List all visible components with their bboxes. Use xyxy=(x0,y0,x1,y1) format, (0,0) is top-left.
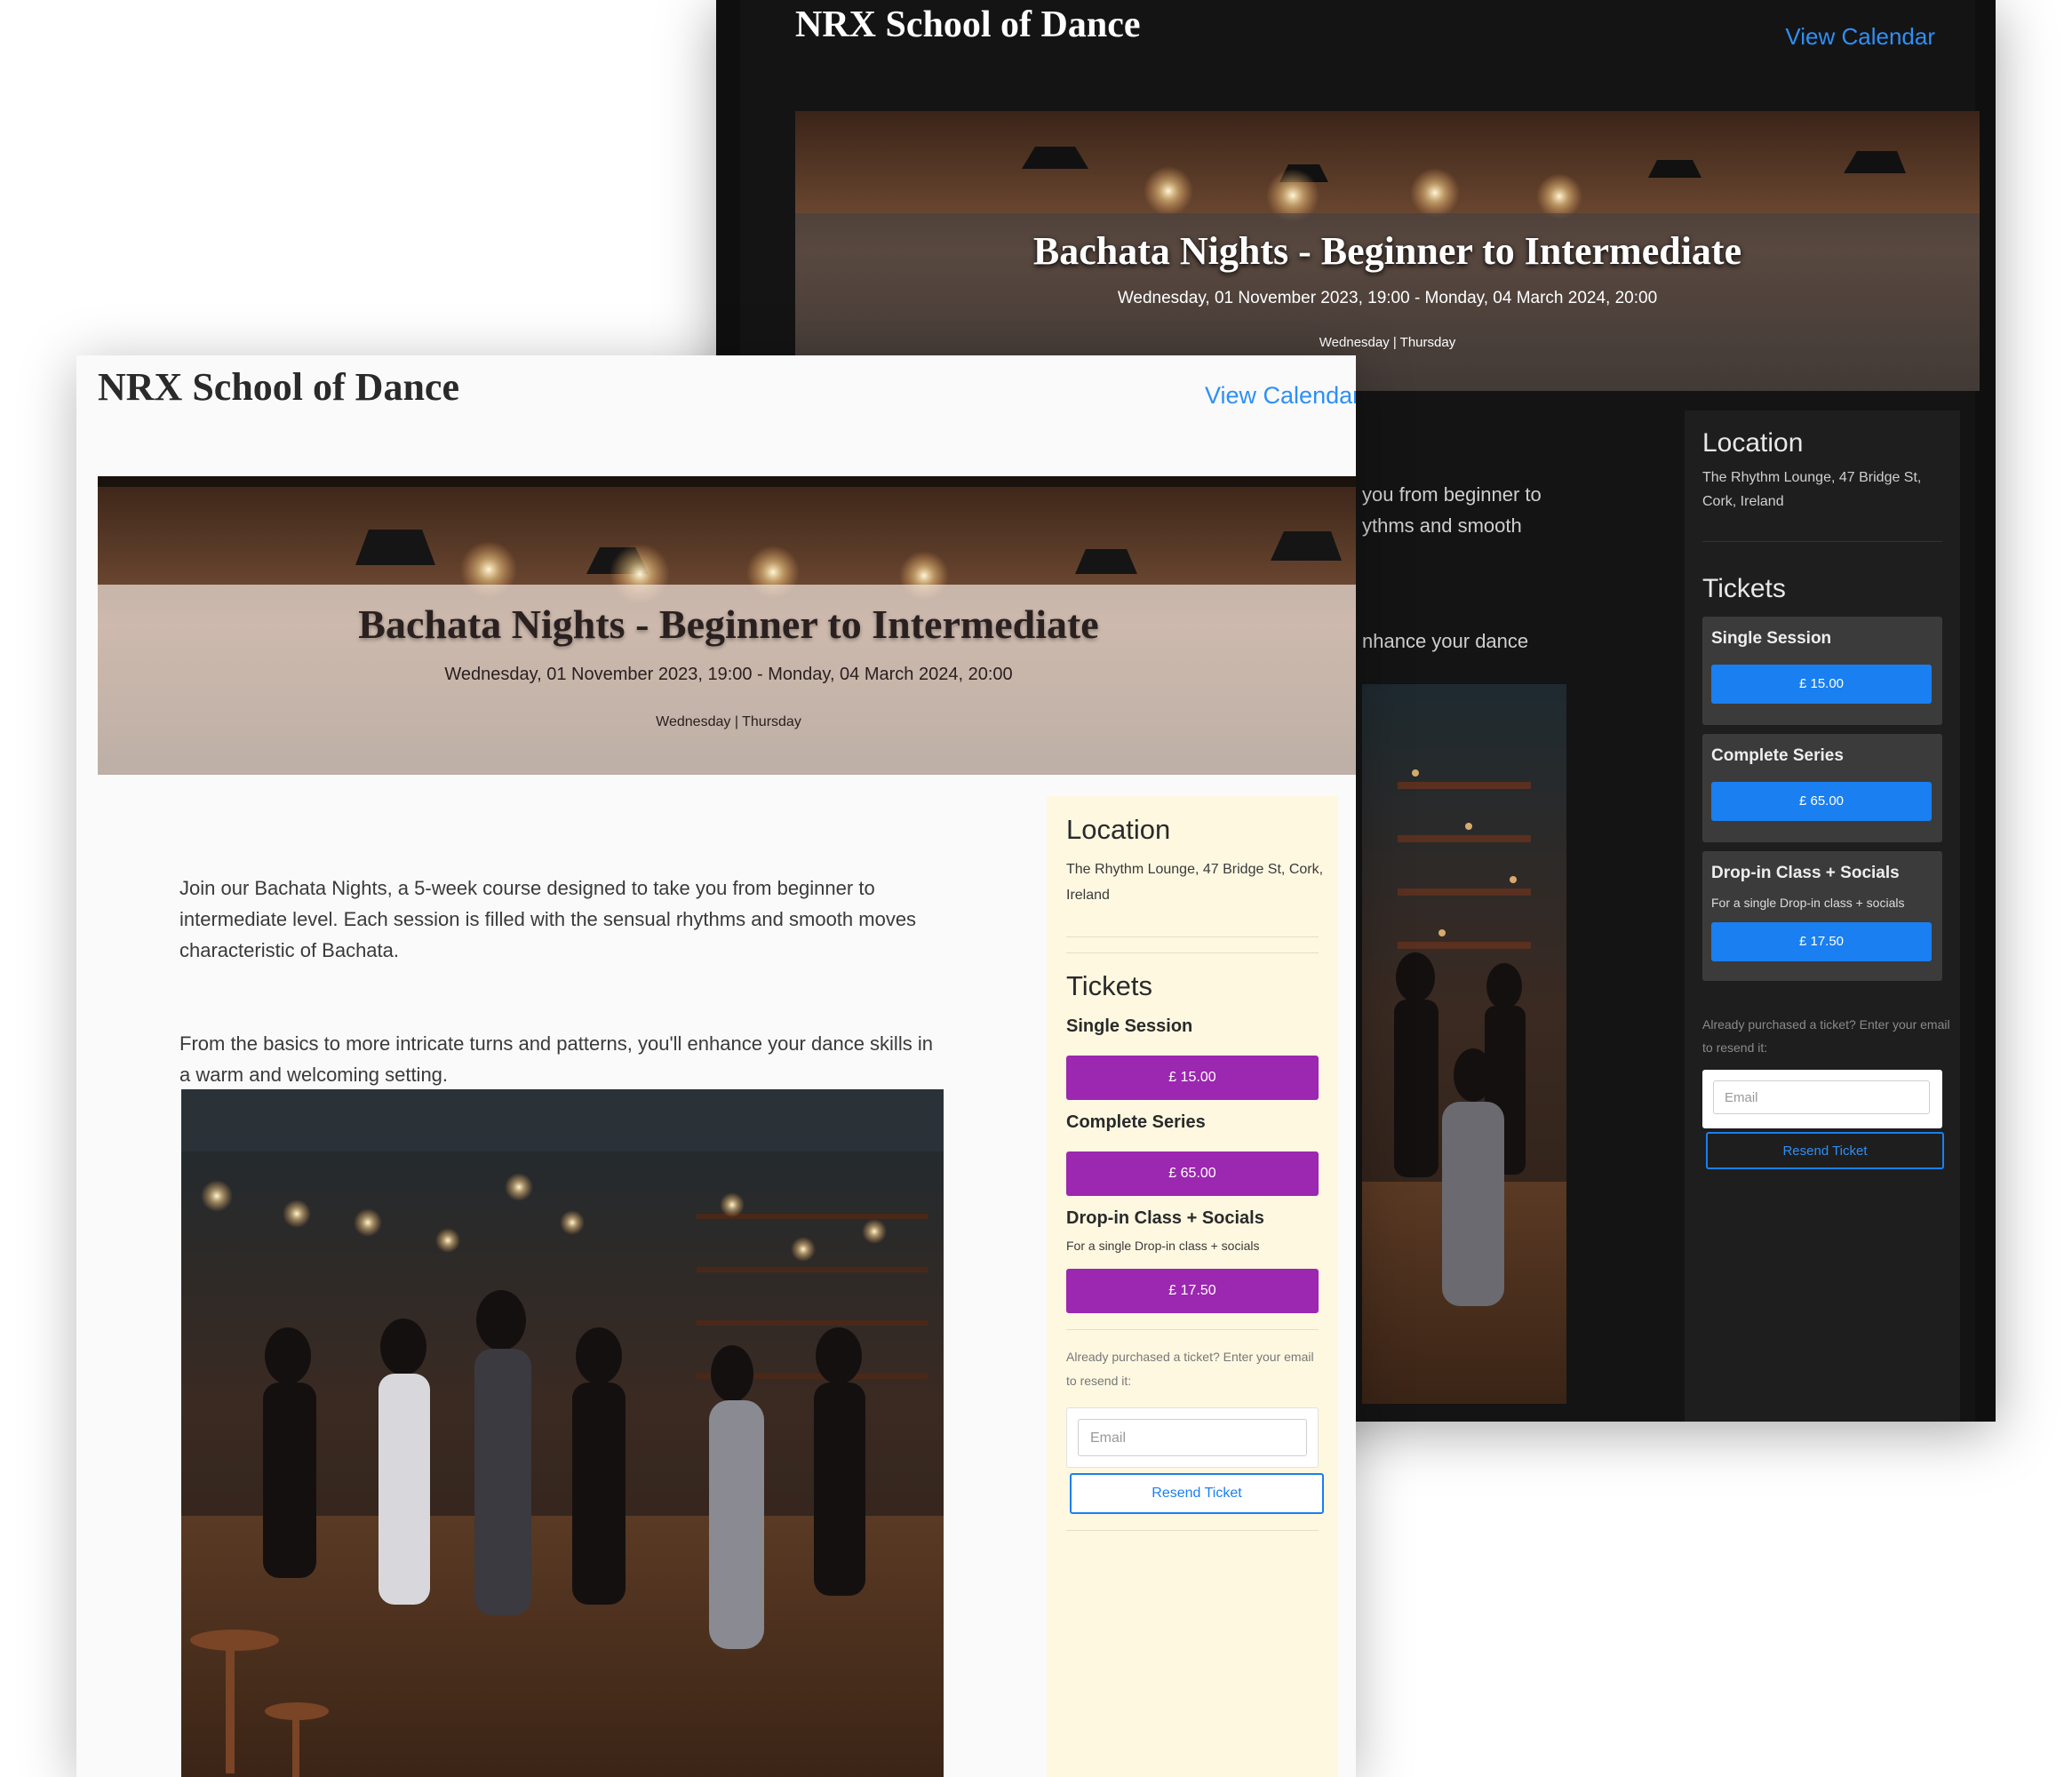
tickets-heading: Tickets xyxy=(1066,970,1153,1001)
description-paragraph: From the basics to more intricate turns … xyxy=(179,1032,933,1086)
event-sidebar: Location The Rhythm Lounge, 47 Bridge St… xyxy=(1685,410,1960,1422)
resend-note: Already purchased a ticket? Enter your e… xyxy=(1066,1350,1314,1388)
location-heading: Location xyxy=(1702,428,1804,458)
location-address: The Rhythm Lounge, 47 Bridge St, Cork, I… xyxy=(1702,470,1922,509)
description-paragraph: Join our Bachata Nights, a 5-week course… xyxy=(179,877,917,961)
resend-ticket-button[interactable]: Resend Ticket xyxy=(1706,1132,1944,1169)
ticket-card-drop-in: Drop-in Class + Socials For a single Dro… xyxy=(1702,851,1942,981)
light-theme-screenshot: NRX School of Dance View Calendar Bachat… xyxy=(76,355,1356,1777)
location-address: The Rhythm Lounge, 47 Bridge St, Cork, I… xyxy=(1066,862,1324,903)
event-dates: Wednesday, 01 November 2023, 19:00 - Mon… xyxy=(1117,289,1658,307)
resend-ticket-button[interactable]: Resend Ticket xyxy=(1070,1473,1324,1514)
divider xyxy=(1702,541,1942,542)
event-title: Bachata Nights - Beginner to Intermediat… xyxy=(358,602,1099,647)
dance-photo xyxy=(1362,684,1566,1404)
ticket-name: Single Session xyxy=(1066,1016,1193,1036)
email-field-wrapper: Email xyxy=(1702,1070,1942,1128)
email-field-wrapper: Email xyxy=(1066,1407,1319,1468)
buy-single-session-button[interactable]: £ 15.00 xyxy=(1711,665,1932,704)
ticket-note: For a single Drop-in class + socials xyxy=(1711,896,1905,910)
divider xyxy=(1066,936,1319,937)
ticket-name: Drop-in Class + Socials xyxy=(1711,864,1900,882)
event-dates: Wednesday, 01 November 2023, 19:00 - Mon… xyxy=(444,665,1013,684)
brand-title: NRX School of Dance xyxy=(795,4,1141,45)
ticket-name: Complete Series xyxy=(1066,1112,1206,1132)
location-heading: Location xyxy=(1066,814,1171,845)
ticket-card-complete-series: Complete Series £ 65.00 xyxy=(1702,734,1942,842)
resend-note: Already purchased a ticket? Enter your e… xyxy=(1702,1017,1950,1055)
tickets-heading: Tickets xyxy=(1702,574,1786,603)
event-title: Bachata Nights - Beginner to Intermediat… xyxy=(1032,229,1742,273)
hero-banner: Bachata Nights - Beginner to Intermediat… xyxy=(98,476,1356,775)
buy-drop-in-button[interactable]: £ 17.50 xyxy=(1066,1269,1319,1313)
divider xyxy=(1066,952,1319,953)
event-days: Wednesday | Thursday xyxy=(1319,335,1456,350)
email-input[interactable]: Email xyxy=(1713,1080,1930,1114)
ticket-name: Complete Series xyxy=(1711,746,1844,765)
ticket-note: For a single Drop-in class + socials xyxy=(1066,1239,1260,1253)
view-calendar-link[interactable]: View Calendar xyxy=(1785,23,1935,51)
event-sidebar: Location The Rhythm Lounge, 47 Bridge St… xyxy=(1047,796,1338,1777)
ticket-name: Drop-in Class + Socials xyxy=(1066,1208,1264,1228)
event-days: Wednesday | Thursday xyxy=(656,714,801,729)
buy-complete-series-button[interactable]: £ 65.00 xyxy=(1066,1151,1319,1196)
email-input[interactable]: Email xyxy=(1078,1419,1307,1456)
divider xyxy=(1066,1329,1319,1330)
buy-drop-in-button[interactable]: £ 17.50 xyxy=(1711,922,1932,961)
buy-single-session-button[interactable]: £ 15.00 xyxy=(1066,1056,1319,1100)
ticket-card-single-session: Single Session £ 15.00 xyxy=(1702,617,1942,725)
brand-title: NRX School of Dance xyxy=(98,365,459,409)
hero-banner: Bachata Nights - Beginner to Intermediat… xyxy=(795,111,1980,391)
buy-complete-series-button[interactable]: £ 65.00 xyxy=(1711,782,1932,821)
view-calendar-link[interactable]: View Calendar xyxy=(1205,382,1356,410)
divider xyxy=(1066,1530,1319,1531)
ticket-name: Single Session xyxy=(1711,629,1832,648)
dance-photo xyxy=(181,1089,944,1777)
